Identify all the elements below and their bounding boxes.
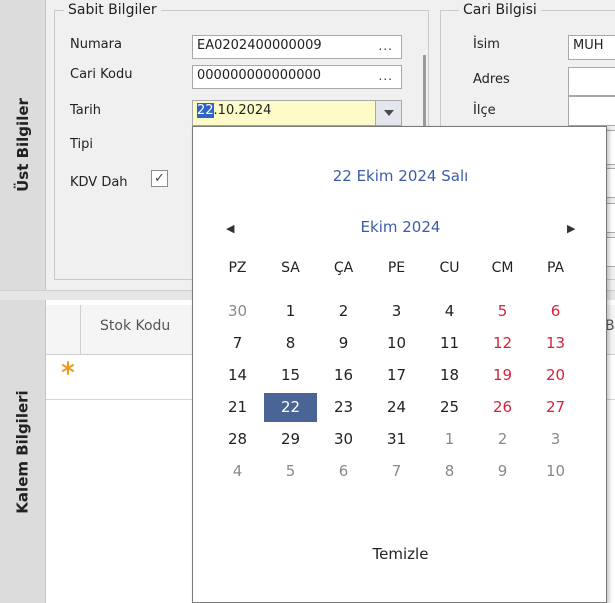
adres-label: Adres	[473, 72, 510, 87]
calendar-day[interactable]: 5	[264, 457, 317, 486]
date-picker-popup: 22 Ekim 2024 Salı ◀ Ekim 2024 ▶ PZ SA ÇA…	[192, 126, 607, 603]
isim-field[interactable]: MUH	[568, 35, 615, 60]
weekday-label: PA	[546, 260, 565, 276]
calendar-day[interactable]: 3	[370, 297, 423, 326]
calendar-day[interactable]: 23	[317, 393, 370, 422]
cari-kodu-value: 000000000000000	[197, 68, 322, 83]
isim-value: MUH	[573, 38, 604, 53]
calendar-day[interactable]: 8	[264, 329, 317, 358]
calendar-day[interactable]: 10	[529, 457, 582, 486]
calendar-day[interactable]: 11	[423, 329, 476, 358]
month-header[interactable]: Ekim 2024	[193, 218, 608, 236]
calendar-week-row: 4 5 6 7 8 9 10	[211, 457, 582, 486]
calendar-day[interactable]: 30	[317, 425, 370, 454]
kdv-checkbox[interactable]: ✓	[151, 170, 168, 187]
calendar-days-grid: 30 1 2 3 4 5 6 7 8 9 10 11 12 13 14 15 1…	[211, 297, 582, 489]
calendar-week-row: 28 29 30 31 1 2 3	[211, 425, 582, 454]
calendar-day[interactable]: 4	[423, 297, 476, 326]
numara-value: EA0202400000009	[197, 38, 322, 53]
calendar-day[interactable]: 31	[370, 425, 423, 454]
tarih-field[interactable]: 22.10.2024	[192, 100, 402, 126]
tarih-label: Tarih	[70, 103, 101, 118]
isim-label: İsim	[473, 37, 500, 52]
calendar-day[interactable]: 2	[476, 425, 529, 454]
calendar-day[interactable]: 28	[211, 425, 264, 454]
ilce-label: İlçe	[473, 103, 496, 118]
calendar-day[interactable]: 29	[264, 425, 317, 454]
tab-ust-bilgiler[interactable]: Üst Bilgiler	[0, 0, 46, 290]
calendar-day[interactable]: 9	[476, 457, 529, 486]
calendar-day[interactable]: 1	[423, 425, 476, 454]
chevron-down-icon	[383, 110, 394, 116]
adres-field[interactable]	[568, 67, 615, 96]
next-month-arrow-icon[interactable]: ▶	[567, 222, 575, 235]
kdv-label: KDV Dah	[70, 175, 128, 190]
tab-kalem-bilgileri[interactable]: Kalem Bilgileri	[0, 300, 46, 603]
numara-field[interactable]: EA0202400000009 ...	[192, 35, 402, 59]
calendar-day[interactable]: 21	[211, 393, 264, 422]
calendar-day[interactable]: 5	[476, 297, 529, 326]
weekday-label: CU	[439, 260, 460, 276]
tarih-day-selected: 22	[197, 103, 214, 118]
sabit-bilgiler-title: Sabit Bilgiler	[64, 2, 161, 18]
calendar-week-row: 14 15 16 17 18 19 20	[211, 361, 582, 390]
calendar-day[interactable]: 10	[370, 329, 423, 358]
today-text[interactable]: 22 Ekim 2024 Salı	[193, 167, 608, 185]
cari-kodu-field[interactable]: 000000000000000 ...	[192, 65, 402, 89]
calendar-day[interactable]: 6	[529, 297, 582, 326]
cari-kodu-label: Cari Kodu	[70, 67, 133, 82]
asterisk-icon	[60, 360, 76, 376]
weekday-header-row: PZ SA ÇA PE CU CM PA	[211, 260, 582, 276]
calendar-day[interactable]: 2	[317, 297, 370, 326]
weekday-label: PZ	[228, 260, 247, 276]
tarih-rest: .10.2024	[213, 103, 272, 118]
calendar-day[interactable]: 20	[529, 361, 582, 390]
numara-label: Numara	[70, 37, 122, 52]
calendar-day[interactable]: 16	[317, 361, 370, 390]
calendar-week-row: 7 8 9 10 11 12 13	[211, 329, 582, 358]
weekday-label: PE	[387, 260, 406, 276]
tab-ust-bilgiler-label: Üst Bilgiler	[13, 98, 32, 192]
calendar-day[interactable]: 18	[423, 361, 476, 390]
calendar-day[interactable]: 30	[211, 297, 264, 326]
calendar-week-row: 30 1 2 3 4 5 6	[211, 297, 582, 326]
tarih-dropdown-button[interactable]	[375, 100, 402, 126]
calendar-day[interactable]: 12	[476, 329, 529, 358]
calendar-day[interactable]: 1	[264, 297, 317, 326]
cari-bilgisi-title: Cari Bilgisi	[459, 2, 541, 18]
weekday-label: CM	[491, 260, 514, 276]
calendar-week-row: 21 22 23 24 25 26 27	[211, 393, 582, 422]
calendar-day[interactable]: 15	[264, 361, 317, 390]
calendar-day[interactable]: 9	[317, 329, 370, 358]
calendar-day[interactable]: 26	[476, 393, 529, 422]
ilce-field[interactable]	[568, 96, 615, 126]
calendar-day[interactable]: 14	[211, 361, 264, 390]
weekday-label: SA	[281, 260, 300, 276]
calendar-day[interactable]: 6	[317, 457, 370, 486]
tipi-label: Tipi	[70, 137, 94, 152]
calendar-day[interactable]: 4	[211, 457, 264, 486]
calendar-day[interactable]: 3	[529, 425, 582, 454]
calendar-day[interactable]: 7	[370, 457, 423, 486]
calendar-day[interactable]: 7	[211, 329, 264, 358]
calendar-day[interactable]: 25	[423, 393, 476, 422]
calendar-day[interactable]: 13	[529, 329, 582, 358]
col-stok-kodu[interactable]: Stok Kodu	[100, 318, 170, 334]
cari-kodu-ellipsis-button[interactable]: ...	[379, 69, 393, 83]
tab-kalem-bilgileri-label: Kalem Bilgileri	[13, 389, 32, 514]
weekday-label: ÇA	[333, 260, 354, 276]
calendar-day-selected[interactable]: 22	[264, 393, 317, 422]
calendar-day[interactable]: 19	[476, 361, 529, 390]
temizle-button[interactable]: Temizle	[193, 545, 608, 563]
calendar-day[interactable]: 24	[370, 393, 423, 422]
numara-ellipsis-button[interactable]: ...	[379, 39, 393, 53]
calendar-day[interactable]: 27	[529, 393, 582, 422]
check-icon: ✓	[154, 171, 165, 186]
calendar-day[interactable]: 17	[370, 361, 423, 390]
calendar-day[interactable]: 8	[423, 457, 476, 486]
